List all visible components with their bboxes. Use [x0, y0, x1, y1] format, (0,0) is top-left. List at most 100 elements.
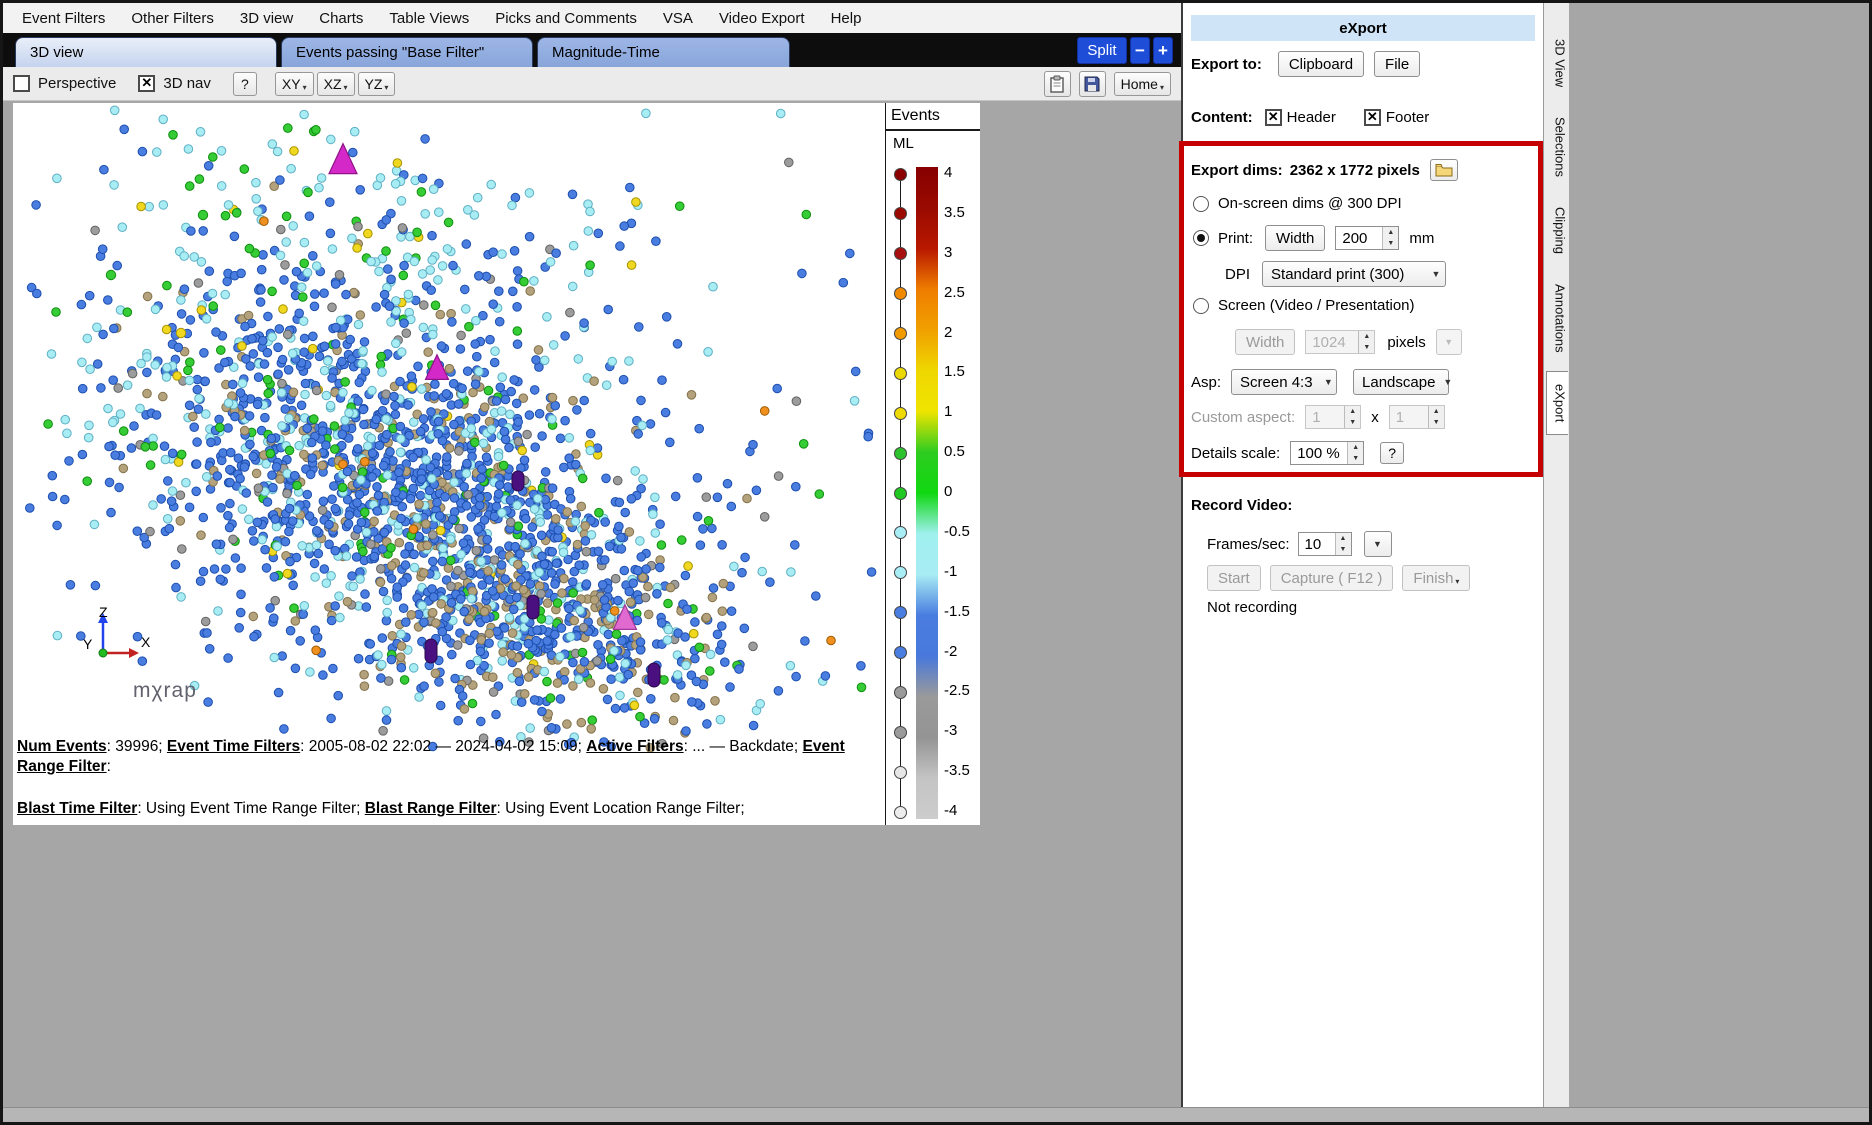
menu-item-help[interactable]: Help [818, 10, 875, 27]
spinner-arrows[interactable] [1382, 227, 1398, 249]
side-tab-3d-view[interactable]: 3D View [1546, 27, 1568, 99]
record-video-label: Record Video: [1191, 497, 1292, 514]
legend-tick-label: 3.5 [944, 204, 965, 221]
view-xy-button[interactable]: XY▾ [275, 72, 314, 96]
menu-item-picks-and-comments[interactable]: Picks and Comments [482, 10, 650, 27]
clipboard-icon [1049, 75, 1065, 93]
legend-tick-label: 2 [944, 324, 952, 341]
help-button[interactable]: ? [233, 72, 257, 96]
screen-width-spinner[interactable]: 1024 [1305, 330, 1375, 354]
spin-down-icon[interactable] [1345, 417, 1360, 428]
split-button[interactable]: Split [1077, 37, 1127, 64]
menu-item-charts[interactable]: Charts [306, 10, 376, 27]
spin-down-icon[interactable] [1383, 238, 1398, 249]
spinner-arrows[interactable] [1358, 331, 1374, 353]
side-tab-selections[interactable]: Selections [1546, 105, 1568, 189]
save-image-button[interactable] [1079, 71, 1106, 97]
spin-down-icon[interactable] [1359, 342, 1374, 353]
record-capture-button[interactable]: Capture ( F12 ) [1270, 565, 1394, 591]
print-width-spinner[interactable]: 200 [1335, 226, 1399, 250]
fps-preset-select[interactable]: ▼ [1364, 531, 1392, 557]
export-panel-title: eXport [1191, 15, 1535, 41]
export-file-button[interactable]: File [1374, 51, 1420, 77]
spin-down-icon[interactable] [1429, 417, 1444, 428]
legend-marker-circle [894, 726, 907, 739]
print-radio-label: Print: [1218, 230, 1253, 247]
footer-checkbox[interactable] [1364, 109, 1381, 126]
fps-spinner[interactable]: 10 [1298, 532, 1352, 556]
menu-item-event-filters[interactable]: Event Filters [9, 10, 118, 27]
legend-tick-label: 1 [944, 403, 952, 420]
legend-marker-circle [894, 526, 907, 539]
recording-status: Not recording [1207, 599, 1297, 616]
plane-view-buttons: XY▾XZ▾YZ▾ [275, 72, 396, 96]
side-tab-annotations[interactable]: Annotations [1546, 272, 1568, 365]
perspective-checkbox[interactable] [13, 75, 30, 92]
screen-radio[interactable] [1193, 298, 1209, 314]
menu-item-vsa[interactable]: VSA [650, 10, 706, 27]
spinner-arrows[interactable] [1335, 533, 1351, 555]
details-help-button[interactable]: ? [1380, 442, 1404, 464]
spin-up-icon[interactable] [1345, 406, 1360, 417]
legend-tick-label: -0.5 [944, 523, 970, 540]
view-button-label: XZ [324, 76, 342, 92]
print-width-button[interactable]: Width [1265, 225, 1325, 251]
print-radio[interactable] [1193, 230, 1209, 246]
dpi-label: DPI [1225, 266, 1250, 283]
custom-aspect-y-spinner[interactable]: 1 [1389, 405, 1445, 429]
3d-view-canvas[interactable]: Z Y X mχrap Num Events: 39996; Event Tim… [13, 103, 980, 825]
axis-x-label: X [141, 634, 151, 650]
home-button[interactable]: Home ▾ [1114, 72, 1171, 96]
footer-checkbox-label: Footer [1386, 109, 1429, 126]
aspect-label: Asp: [1191, 374, 1221, 391]
onscreen-dims-label: On-screen dims @ 300 DPI [1218, 195, 1402, 212]
browse-folder-button[interactable] [1430, 159, 1458, 181]
header-checkbox[interactable] [1265, 109, 1282, 126]
spinner-arrows[interactable] [1428, 406, 1444, 428]
custom-aspect-x-value: 1 [1306, 406, 1344, 428]
legend-title: Events [891, 107, 940, 125]
spin-down-icon[interactable] [1348, 453, 1363, 464]
record-start-button[interactable]: Start [1207, 565, 1261, 591]
menu-item-other-filters[interactable]: Other Filters [118, 10, 227, 27]
copy-to-clipboard-button[interactable] [1044, 71, 1071, 97]
tab-events-passing-base-filter[interactable]: Events passing "Base Filter" [281, 37, 533, 67]
legend-marker-circle [894, 287, 907, 300]
tab-3d-view[interactable]: 3D view [15, 37, 277, 67]
spin-up-icon[interactable] [1336, 533, 1351, 544]
details-scale-spinner[interactable]: 100 % [1290, 441, 1364, 465]
export-clipboard-button[interactable]: Clipboard [1278, 51, 1364, 77]
side-tab-export[interactable]: eXport [1546, 371, 1568, 435]
spin-down-icon[interactable] [1336, 544, 1351, 555]
view-button-label: YZ [365, 76, 383, 92]
spinner-arrows[interactable] [1344, 406, 1360, 428]
pixels-unit-select[interactable]: ▼ [1436, 329, 1462, 355]
orientation-select[interactable]: Landscape ▼ [1353, 369, 1449, 395]
aspect-select[interactable]: Screen 4:3 ▼ [1231, 369, 1337, 395]
collapse-button[interactable]: − [1130, 37, 1150, 64]
tab-magnitude-time[interactable]: Magnitude-Time [537, 37, 790, 67]
spin-up-icon[interactable] [1383, 227, 1398, 238]
record-finish-button[interactable]: Finish ▾ [1402, 565, 1470, 591]
view-yz-button[interactable]: YZ▾ [358, 72, 396, 96]
spin-up-icon[interactable] [1359, 331, 1374, 342]
pixels-label: pixels [1387, 334, 1425, 351]
view-button-label: XY [282, 76, 301, 92]
menu-item-table-views[interactable]: Table Views [376, 10, 482, 27]
onscreen-dims-radio[interactable] [1193, 196, 1209, 212]
side-tab-strip: 3D View Selections Clipping Annotations eXpo… [1543, 3, 1569, 1108]
menu-item-3d-view[interactable]: 3D view [227, 10, 306, 27]
spin-up-icon[interactable] [1429, 406, 1444, 417]
perspective-label: Perspective [38, 75, 116, 92]
view-xz-button[interactable]: XZ▾ [317, 72, 355, 96]
details-scale-value: 100 % [1291, 442, 1347, 464]
menu-item-video-export[interactable]: Video Export [706, 10, 818, 27]
custom-aspect-x-spinner[interactable]: 1 [1305, 405, 1361, 429]
expand-button[interactable]: + [1153, 37, 1173, 64]
spinner-arrows[interactable] [1347, 442, 1363, 464]
dpi-select[interactable]: Standard print (300) ▼ [1262, 261, 1446, 287]
screen-width-button[interactable]: Width [1235, 329, 1295, 355]
3d-nav-checkbox[interactable] [138, 75, 155, 92]
side-tab-clipping[interactable]: Clipping [1546, 195, 1568, 266]
spin-up-icon[interactable] [1348, 442, 1363, 453]
